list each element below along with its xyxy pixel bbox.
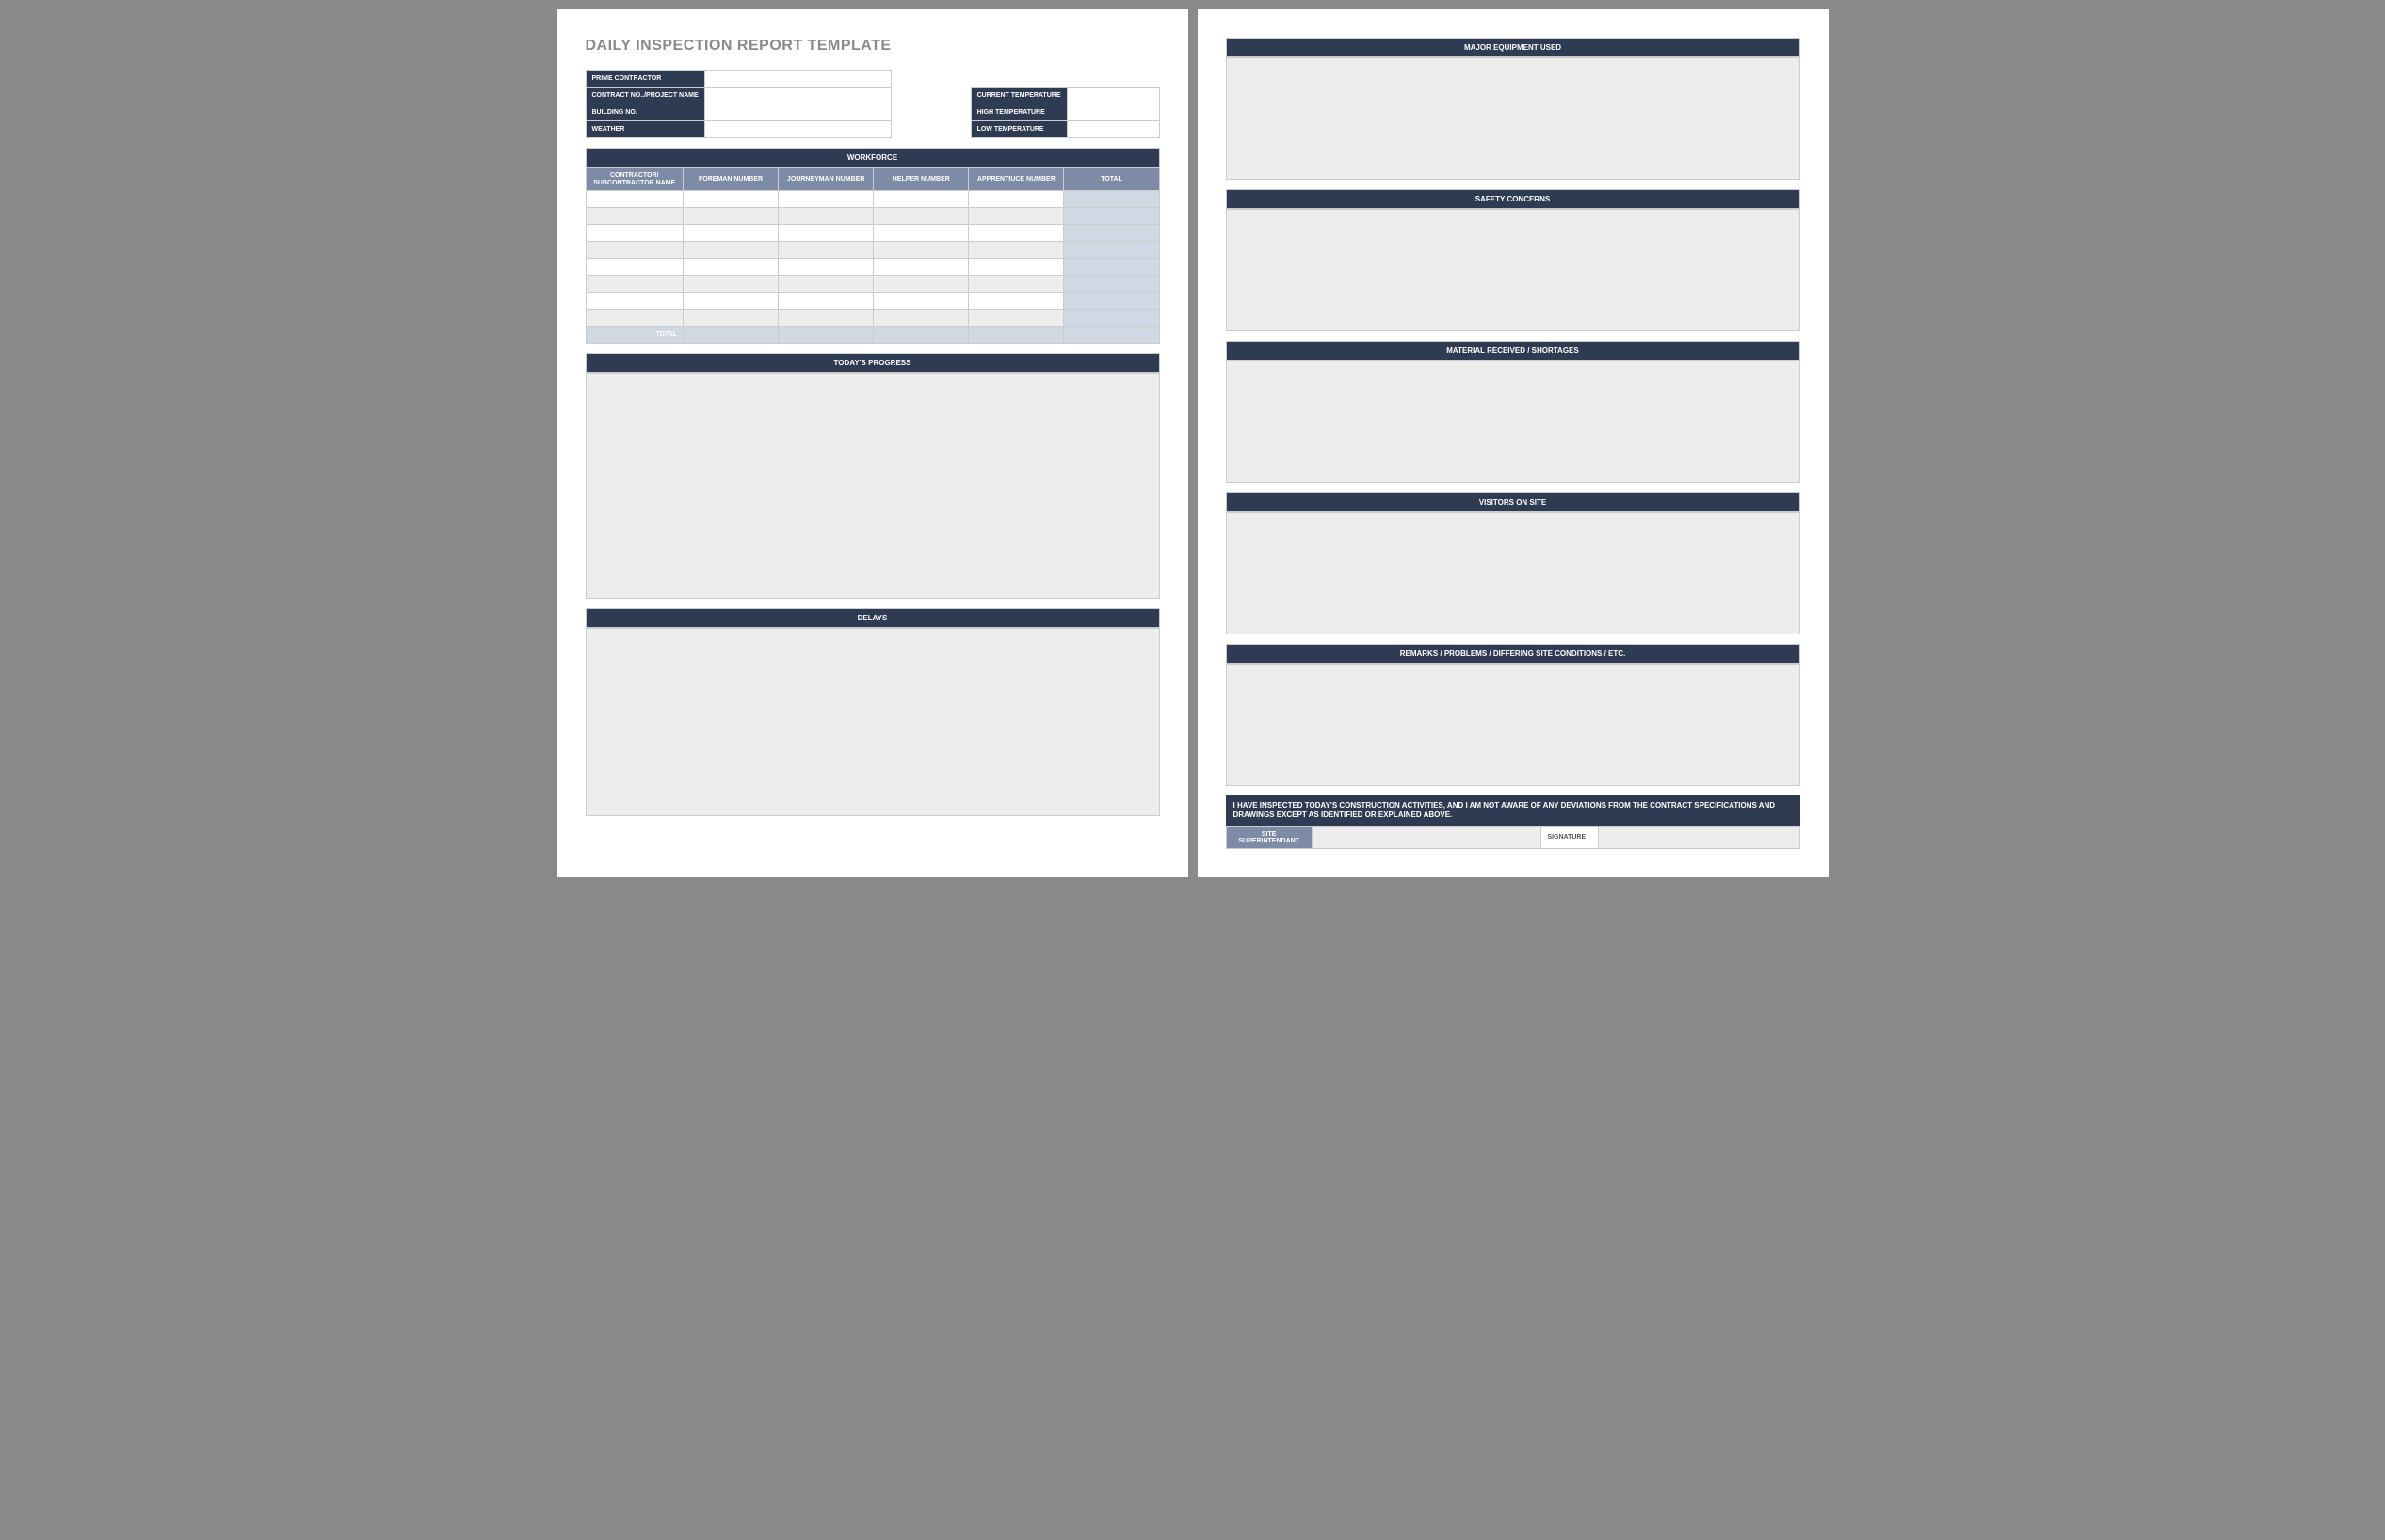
remarks-section: REMARKS / PROBLEMS / DIFFERING SITE COND… xyxy=(1226,644,1800,786)
col-journeyman: JOURNEYMAN NUMBER xyxy=(779,168,874,191)
label-signature: SIGNATURE xyxy=(1541,826,1599,848)
safety-body[interactable] xyxy=(1226,209,1800,331)
workforce-total-row: TOTAL xyxy=(586,327,1159,344)
input-weather[interactable] xyxy=(704,121,891,138)
workforce-header: WORKFORCE xyxy=(586,148,1160,168)
workforce-table: CONTRACTOR/ SUBCONTRACTOR NAME FOREMAN N… xyxy=(586,168,1160,344)
progress-header: TODAY'S PROGRESS xyxy=(586,353,1160,373)
input-site-super[interactable] xyxy=(1312,826,1541,848)
table-row xyxy=(586,208,1159,225)
col-apprentice: APPRENTIUCE NUMBER xyxy=(969,168,1064,191)
progress-section: TODAY'S PROGRESS xyxy=(586,353,1160,599)
safety-header: SAFETY CONCERNS xyxy=(1226,189,1800,209)
workforce-section: WORKFORCE CONTRACTOR/ SUBCONTRACTOR NAME… xyxy=(586,148,1160,344)
visitors-header: VISITORS ON SITE xyxy=(1226,492,1800,512)
table-row xyxy=(586,310,1159,327)
remarks-body[interactable] xyxy=(1226,664,1800,786)
table-row xyxy=(586,259,1159,276)
table-row xyxy=(586,225,1159,242)
table-row xyxy=(586,242,1159,259)
signature-table: SITE SUPERINTENDANT SIGNATURE xyxy=(1226,826,1800,849)
label-weather: WEATHER xyxy=(586,121,704,138)
material-body[interactable] xyxy=(1226,361,1800,483)
input-building-no[interactable] xyxy=(704,104,891,121)
certification-text: I HAVE INSPECTED TODAY'S CONSTRUCTION AC… xyxy=(1226,795,1800,826)
report-title: DAILY INSPECTION REPORT TEMPLATE xyxy=(586,38,1160,55)
visitors-section: VISITORS ON SITE xyxy=(1226,492,1800,634)
label-building-no: BUILDING NO. xyxy=(586,104,704,121)
equipment-header: MAJOR EQUIPMENT USED xyxy=(1226,38,1800,57)
visitors-body[interactable] xyxy=(1226,512,1800,634)
delays-body[interactable] xyxy=(586,628,1160,816)
page-1: DAILY INSPECTION REPORT TEMPLATE PRIME C… xyxy=(557,9,1188,877)
col-contractor: CONTRACTOR/ SUBCONTRACTOR NAME xyxy=(586,168,684,191)
table-row xyxy=(586,293,1159,310)
col-foreman: FOREMAN NUMBER xyxy=(684,168,779,191)
safety-section: SAFETY CONCERNS xyxy=(1226,189,1800,331)
input-current-temp[interactable] xyxy=(1067,88,1159,104)
workforce-total-label: TOTAL xyxy=(586,327,684,344)
input-contract-no[interactable] xyxy=(704,88,891,104)
label-high-temp: HIGH TEMPERATURE xyxy=(971,104,1067,121)
col-total: TOTAL xyxy=(1064,168,1159,191)
info-table-left: PRIME CONTRACTOR CONTRACT NO../PROJECT N… xyxy=(586,70,892,138)
delays-section: DELAYS xyxy=(586,608,1160,816)
label-current-temp: CURRENT TEMPERATURE xyxy=(971,88,1067,104)
remarks-header: REMARKS / PROBLEMS / DIFFERING SITE COND… xyxy=(1226,644,1800,664)
input-low-temp[interactable] xyxy=(1067,121,1159,138)
info-table-right: CURRENT TEMPERATURE HIGH TEMPERATURE LOW… xyxy=(971,87,1160,138)
input-prime-contractor[interactable] xyxy=(704,71,891,88)
material-header: MATERIAL RECEIVED / SHORTAGES xyxy=(1226,341,1800,361)
input-high-temp[interactable] xyxy=(1067,104,1159,121)
equipment-body[interactable] xyxy=(1226,57,1800,180)
col-helper: HELPER NUMBER xyxy=(874,168,969,191)
equipment-section: MAJOR EQUIPMENT USED xyxy=(1226,38,1800,180)
table-row xyxy=(586,276,1159,293)
table-row xyxy=(586,191,1159,208)
label-low-temp: LOW TEMPERATURE xyxy=(971,121,1067,138)
label-prime-contractor: PRIME CONTRACTOR xyxy=(586,71,704,88)
delays-header: DELAYS xyxy=(586,608,1160,628)
input-signature[interactable] xyxy=(1599,826,1799,848)
info-row: PRIME CONTRACTOR CONTRACT NO../PROJECT N… xyxy=(586,70,1160,138)
label-site-super: SITE SUPERINTENDANT xyxy=(1226,826,1312,848)
label-contract-no: CONTRACT NO../PROJECT NAME xyxy=(586,88,704,104)
progress-body[interactable] xyxy=(586,373,1160,599)
material-section: MATERIAL RECEIVED / SHORTAGES xyxy=(1226,341,1800,483)
page-2: MAJOR EQUIPMENT USED SAFETY CONCERNS MAT… xyxy=(1198,9,1829,877)
